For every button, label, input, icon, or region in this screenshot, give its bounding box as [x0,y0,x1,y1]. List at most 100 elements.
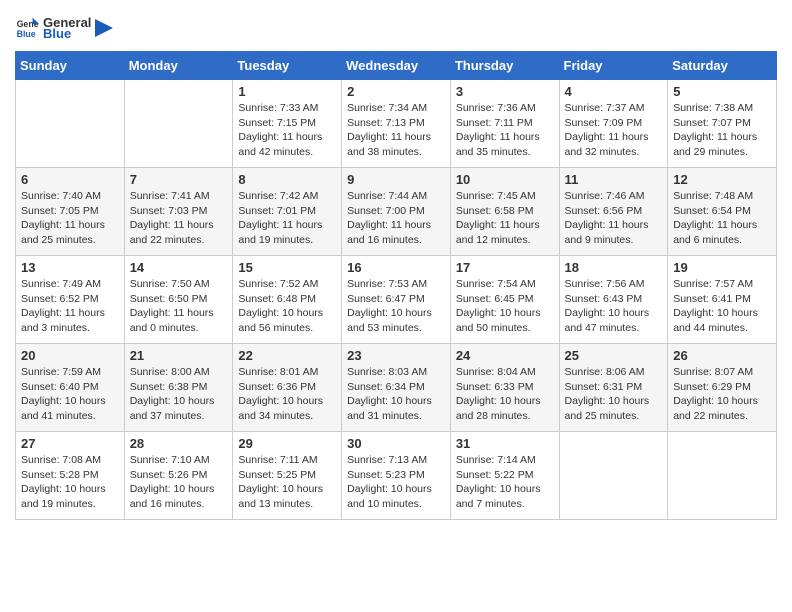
day-info: Sunrise: 7:36 AM Sunset: 7:11 PM Dayligh… [456,101,554,160]
logo-arrow-icon [95,19,113,37]
day-info: Sunrise: 7:42 AM Sunset: 7:01 PM Dayligh… [238,189,336,248]
calendar-cell: 18 Sunrise: 7:56 AM Sunset: 6:43 PM Dayli… [559,256,668,344]
calendar-cell: 17Sunrise: 7:54 AM Sunset: 6:45 PM Dayli… [450,256,559,344]
day-number: 1 [238,84,336,99]
page-header: General Blue General Blue [15,15,777,41]
day-number: 12 [673,172,771,187]
calendar-cell: 3 Sunrise: 7:36 AM Sunset: 7:11 PM Daylig… [450,80,559,168]
calendar-cell: 2 Sunrise: 7:34 AM Sunset: 7:13 PM Daylig… [342,80,451,168]
weekday-header: Friday [559,52,668,80]
day-info: Sunrise: 7:11 AM Sunset: 5:25 PM Dayligh… [238,453,336,512]
calendar-row: 6Sunrise: 7:40 AM Sunset: 7:05 PM Daylig… [16,168,777,256]
day-number: 27 [21,436,119,451]
calendar-cell: 21 Sunrise: 8:00 AM Sunset: 6:38 PM Dayli… [124,344,233,432]
day-info: Sunrise: 7:38 AM Sunset: 7:07 PM Dayligh… [673,101,771,160]
day-info: Sunrise: 7:37 AM Sunset: 7:09 PM Dayligh… [565,101,663,160]
weekday-header: Saturday [668,52,777,80]
weekday-header-row: SundayMondayTuesdayWednesdayThursdayFrid… [16,52,777,80]
day-info: Sunrise: 8:04 AM Sunset: 6:33 PM Dayligh… [456,365,554,424]
calendar-cell: 12 Sunrise: 7:48 AM Sunset: 6:54 PM Dayli… [668,168,777,256]
day-number: 28 [130,436,228,451]
day-number: 7 [130,172,228,187]
calendar-cell [668,432,777,520]
day-info: Sunrise: 7:45 AM Sunset: 6:58 PM Dayligh… [456,189,554,248]
svg-text:Blue: Blue [17,29,36,39]
day-number: 30 [347,436,445,451]
day-info: Sunrise: 7:33 AM Sunset: 7:15 PM Dayligh… [238,101,336,160]
calendar-row: 20 Sunrise: 7:59 AM Sunset: 6:40 PM Dayli… [16,344,777,432]
day-info: Sunrise: 7:13 AM Sunset: 5:23 PM Dayligh… [347,453,445,512]
day-info: Sunrise: 7:10 AM Sunset: 5:26 PM Dayligh… [130,453,228,512]
day-info: Sunrise: 7:50 AM Sunset: 6:50 PM Dayligh… [130,277,228,336]
calendar-cell: 1 Sunrise: 7:33 AM Sunset: 7:15 PM Daylig… [233,80,342,168]
calendar-cell [559,432,668,520]
day-number: 29 [238,436,336,451]
day-number: 31 [456,436,554,451]
day-info: Sunrise: 7:52 AM Sunset: 6:48 PM Dayligh… [238,277,336,336]
day-info: Sunrise: 7:34 AM Sunset: 7:13 PM Dayligh… [347,101,445,160]
day-info: Sunrise: 8:07 AM Sunset: 6:29 PM Dayligh… [673,365,771,424]
day-info: Sunrise: 7:14 AM Sunset: 5:22 PM Dayligh… [456,453,554,512]
calendar-cell: 20 Sunrise: 7:59 AM Sunset: 6:40 PM Dayli… [16,344,125,432]
calendar-cell: 28 Sunrise: 7:10 AM Sunset: 5:26 PM Dayli… [124,432,233,520]
day-number: 10 [456,172,554,187]
calendar-cell: 31 Sunrise: 7:14 AM Sunset: 5:22 PM Dayli… [450,432,559,520]
calendar-cell: 8 Sunrise: 7:42 AM Sunset: 7:01 PM Daylig… [233,168,342,256]
day-number: 2 [347,84,445,99]
weekday-header: Monday [124,52,233,80]
calendar-cell: 16 Sunrise: 7:53 AM Sunset: 6:47 PM Dayli… [342,256,451,344]
calendar-cell: 19 Sunrise: 7:57 AM Sunset: 6:41 PM Dayli… [668,256,777,344]
day-number: 21 [130,348,228,363]
day-info: Sunrise: 7:57 AM Sunset: 6:41 PM Dayligh… [673,277,771,336]
day-info: Sunrise: 8:01 AM Sunset: 6:36 PM Dayligh… [238,365,336,424]
weekday-header: Sunday [16,52,125,80]
day-number: 25 [565,348,663,363]
calendar-table: SundayMondayTuesdayWednesdayThursdayFrid… [15,51,777,520]
day-info: Sunrise: 8:06 AM Sunset: 6:31 PM Dayligh… [565,365,663,424]
calendar-cell: 24Sunrise: 8:04 AM Sunset: 6:33 PM Dayli… [450,344,559,432]
calendar-cell: 13 Sunrise: 7:49 AM Sunset: 6:52 PM Dayli… [16,256,125,344]
day-info: Sunrise: 7:59 AM Sunset: 6:40 PM Dayligh… [21,365,119,424]
day-info: Sunrise: 7:56 AM Sunset: 6:43 PM Dayligh… [565,277,663,336]
calendar-cell [124,80,233,168]
day-number: 8 [238,172,336,187]
day-number: 13 [21,260,119,275]
day-info: Sunrise: 7:08 AM Sunset: 5:28 PM Dayligh… [21,453,119,512]
calendar-cell: 10 Sunrise: 7:45 AM Sunset: 6:58 PM Dayli… [450,168,559,256]
day-number: 23 [347,348,445,363]
calendar-cell: 29 Sunrise: 7:11 AM Sunset: 5:25 PM Dayli… [233,432,342,520]
calendar-cell: 15Sunrise: 7:52 AM Sunset: 6:48 PM Dayli… [233,256,342,344]
day-number: 22 [238,348,336,363]
day-info: Sunrise: 8:00 AM Sunset: 6:38 PM Dayligh… [130,365,228,424]
day-info: Sunrise: 7:48 AM Sunset: 6:54 PM Dayligh… [673,189,771,248]
calendar-cell: 27 Sunrise: 7:08 AM Sunset: 5:28 PM Dayli… [16,432,125,520]
day-number: 11 [565,172,663,187]
calendar-cell: 11 Sunrise: 7:46 AM Sunset: 6:56 PM Dayli… [559,168,668,256]
day-number: 3 [456,84,554,99]
day-number: 18 [565,260,663,275]
day-info: Sunrise: 7:49 AM Sunset: 6:52 PM Dayligh… [21,277,119,336]
day-number: 17 [456,260,554,275]
calendar-cell: 5 Sunrise: 7:38 AM Sunset: 7:07 PM Daylig… [668,80,777,168]
day-number: 5 [673,84,771,99]
calendar-cell: 6Sunrise: 7:40 AM Sunset: 7:05 PM Daylig… [16,168,125,256]
day-number: 26 [673,348,771,363]
calendar-cell: 22 Sunrise: 8:01 AM Sunset: 6:36 PM Dayli… [233,344,342,432]
calendar-cell: 25 Sunrise: 8:06 AM Sunset: 6:31 PM Dayli… [559,344,668,432]
calendar-cell: 14Sunrise: 7:50 AM Sunset: 6:50 PM Dayli… [124,256,233,344]
calendar-row: 1 Sunrise: 7:33 AM Sunset: 7:15 PM Daylig… [16,80,777,168]
day-number: 6 [21,172,119,187]
day-info: Sunrise: 8:03 AM Sunset: 6:34 PM Dayligh… [347,365,445,424]
calendar-cell: 30 Sunrise: 7:13 AM Sunset: 5:23 PM Dayli… [342,432,451,520]
day-number: 20 [21,348,119,363]
day-info: Sunrise: 7:44 AM Sunset: 7:00 PM Dayligh… [347,189,445,248]
day-info: Sunrise: 7:46 AM Sunset: 6:56 PM Dayligh… [565,189,663,248]
calendar-cell [16,80,125,168]
day-number: 19 [673,260,771,275]
day-number: 4 [565,84,663,99]
logo-icon: General Blue [15,16,39,40]
day-number: 16 [347,260,445,275]
day-info: Sunrise: 7:53 AM Sunset: 6:47 PM Dayligh… [347,277,445,336]
day-number: 9 [347,172,445,187]
calendar-row: 13 Sunrise: 7:49 AM Sunset: 6:52 PM Dayli… [16,256,777,344]
